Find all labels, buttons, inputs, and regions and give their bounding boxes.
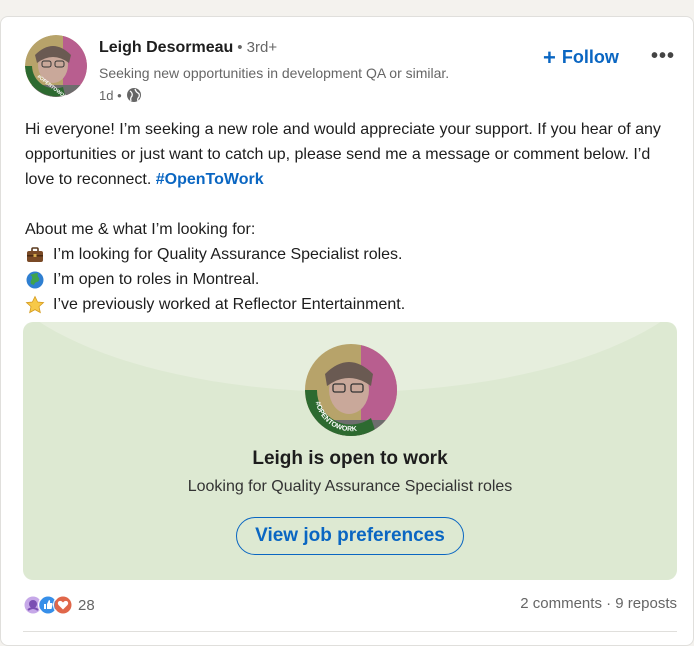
more-options-button[interactable]: ••• [651, 45, 675, 68]
comments-count[interactable]: 2 comments [520, 595, 602, 612]
follow-button[interactable]: + Follow [543, 44, 619, 70]
open-to-work-card[interactable]: #OPENTOWORK Leigh is open to work Lookin… [23, 322, 677, 580]
post-card: #OPENTOWORK Leigh Desormeau • 3rd+ Seekin… [0, 16, 694, 646]
plus-icon: + [543, 44, 556, 70]
post-meta: 1d • [99, 87, 142, 103]
stats-separator: · [606, 595, 612, 612]
love-reaction-icon [53, 595, 73, 615]
list-item: I’ve previously worked at Reflector Ente… [25, 292, 675, 317]
connection-degree: • 3rd+ [237, 39, 278, 56]
author-name-text[interactable]: Leigh Desormeau [99, 39, 233, 56]
about-heading: About me & what I’m looking for: [25, 221, 256, 238]
post-body: Hi everyone! I’m seeking a new role and … [25, 117, 675, 317]
briefcase-icon [25, 245, 45, 265]
author-name[interactable]: Leigh Desormeau • 3rd+ [99, 39, 277, 57]
reaction-count[interactable]: 28 [78, 597, 95, 614]
post-intro: Hi everyone! I’m seeking a new role and … [25, 117, 675, 192]
open-to-work-title: Leigh is open to work [252, 448, 448, 469]
open-to-work-avatar: #OPENTOWORK [305, 344, 397, 436]
author-avatar[interactable]: #OPENTOWORK [25, 35, 87, 97]
reposts-count[interactable]: 9 reposts [615, 595, 677, 612]
post-header: #OPENTOWORK Leigh Desormeau • 3rd+ Seekin… [25, 35, 677, 105]
list-item-text: I’m open to roles in Montreal. [53, 271, 260, 288]
globe-earth-icon [25, 270, 45, 290]
list-item: I’m looking for Quality Assurance Specia… [25, 242, 675, 267]
author-headline: Seeking new opportunities in development… [99, 65, 450, 81]
open-to-work-subtitle: Looking for Quality Assurance Specialist… [187, 478, 513, 495]
star-icon [25, 295, 45, 315]
post-time: 1d • [99, 87, 122, 103]
view-job-preferences-button[interactable]: View job preferences [236, 517, 464, 555]
reactions-summary[interactable]: 28 [23, 595, 95, 615]
comments-reposts: 2 comments · 9 reposts [520, 595, 677, 612]
follow-label: Follow [561, 47, 619, 67]
social-counts: 28 2 comments · 9 reposts [23, 595, 677, 619]
globe-icon [126, 87, 142, 103]
hashtag-link[interactable]: #OpenToWork [156, 171, 264, 188]
list-item-text: I’m looking for Quality Assurance Specia… [53, 246, 403, 263]
post-intro-text: Hi everyone! I’m seeking a new role and … [25, 121, 661, 188]
list-item: I’m open to roles in Montreal. [25, 267, 675, 292]
list-item-text: I’ve previously worked at Reflector Ente… [53, 296, 406, 313]
